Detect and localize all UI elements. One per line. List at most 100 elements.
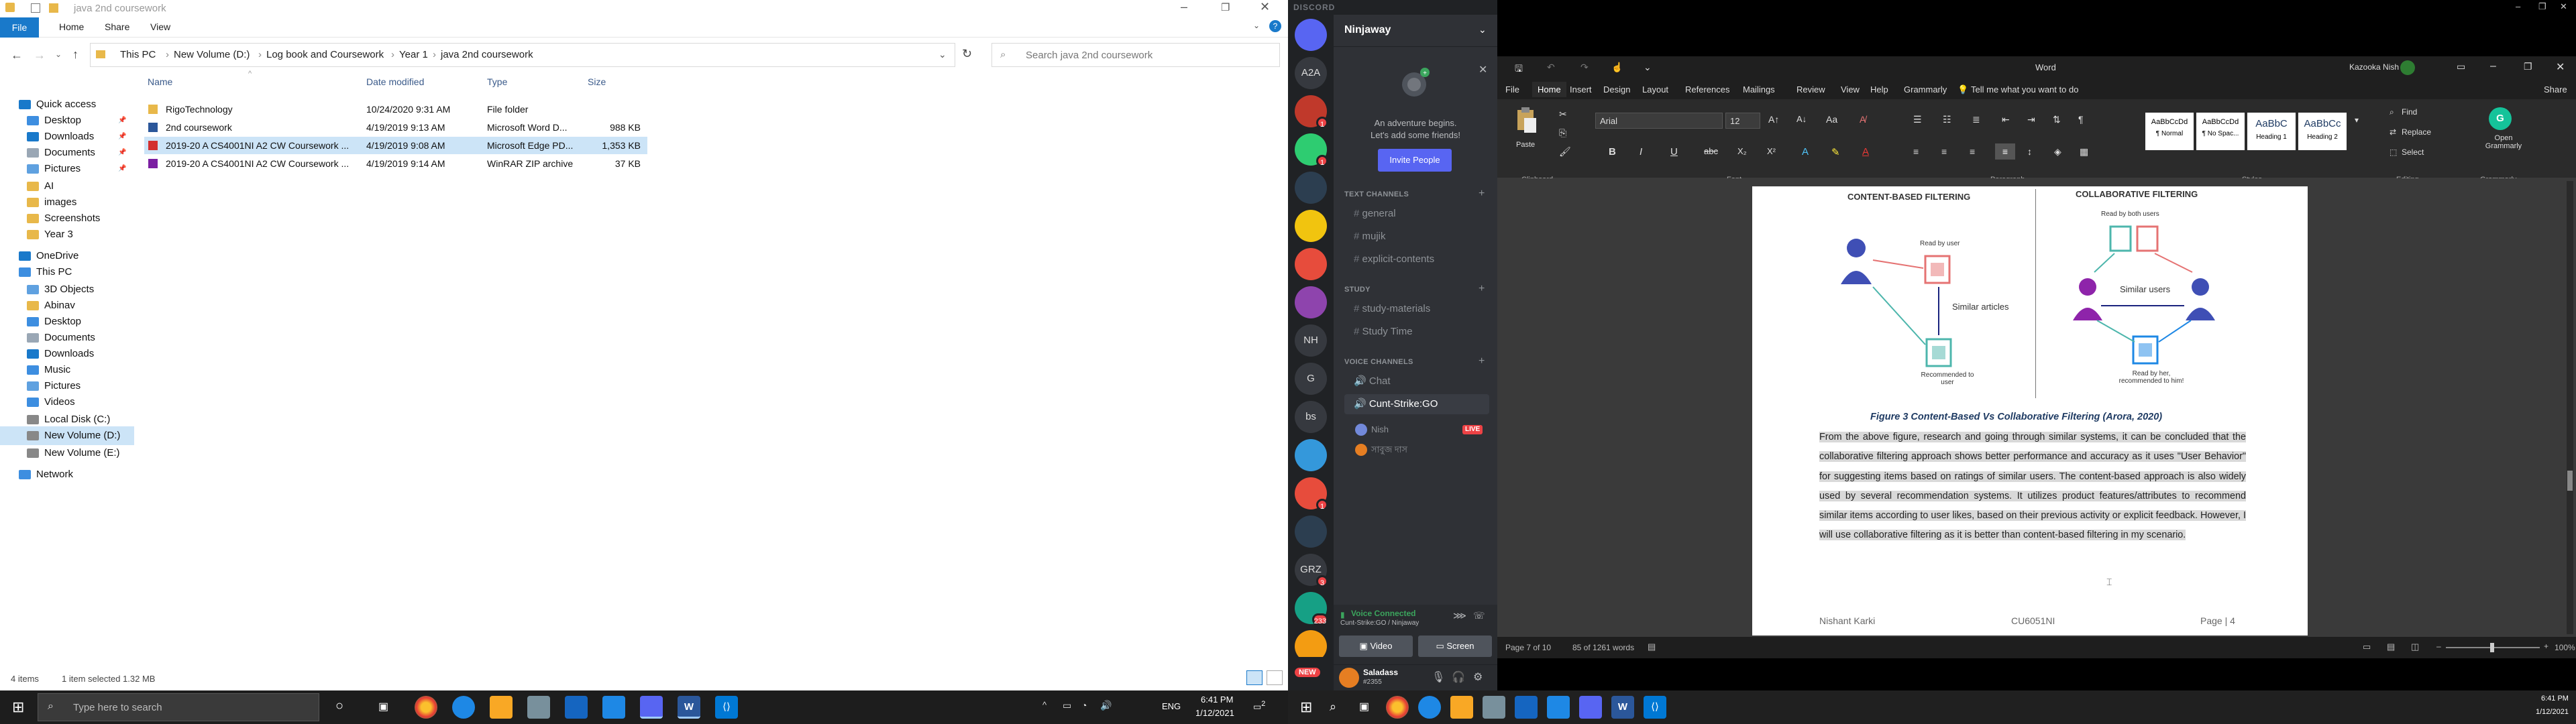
- app-icon[interactable]: [527, 696, 550, 719]
- paste-icon[interactable]: [1512, 106, 1539, 138]
- screen-share-button[interactable]: ▭ Screen: [1418, 636, 1492, 657]
- column-header-size[interactable]: Size: [588, 76, 606, 87]
- server-icon[interactable]: GRZ 3: [1295, 554, 1328, 587]
- server-icon[interactable]: [1295, 286, 1327, 318]
- chrome-icon[interactable]: [1386, 696, 1409, 719]
- font-size-box[interactable]: 12: [1725, 113, 1760, 129]
- settings-gear-icon[interactable]: ⚙: [1473, 670, 1483, 684]
- paste-label[interactable]: Paste: [1516, 141, 1535, 149]
- headphones-icon[interactable]: 🎧: [1452, 670, 1465, 684]
- vscode-icon[interactable]: ⟨⟩: [715, 696, 738, 719]
- word-tab[interactable]: Grammarly: [1904, 84, 1947, 95]
- app-icon[interactable]: [1483, 696, 1505, 719]
- align-right-icon[interactable]: ≡: [1970, 146, 1975, 157]
- discord-icon[interactable]: [1579, 696, 1602, 719]
- status-page[interactable]: Page 7 of 10: [1505, 643, 1551, 652]
- invite-people-button[interactable]: Invite People: [1378, 149, 1452, 172]
- chrome-icon[interactable]: [415, 696, 437, 719]
- details-view-icon[interactable]: [1246, 670, 1263, 685]
- microphone-icon[interactable]: 🎙: [1432, 670, 1445, 684]
- change-case-icon[interactable]: Aa: [1826, 114, 1837, 125]
- clock-date-secondary[interactable]: 1/12/2021: [2536, 708, 2569, 716]
- voice-user[interactable]: সাবুজ দাস: [1344, 440, 1489, 460]
- server-icon[interactable]: A2A: [1295, 57, 1327, 89]
- word-icon[interactable]: W: [678, 696, 700, 719]
- voice-channel[interactable]: 🔊 Cunt-Strike:GO: [1344, 394, 1489, 414]
- nav-item[interactable]: Pictures 📌: [0, 160, 134, 178]
- search-box[interactable]: ⌕ Search java 2nd coursework: [991, 43, 1280, 67]
- breadcrumb-item[interactable]: java 2nd coursework: [441, 49, 533, 60]
- text-channel[interactable]: # general: [1344, 204, 1489, 224]
- add-channel-icon[interactable]: +: [1479, 355, 1485, 367]
- bold-icon[interactable]: B: [1609, 146, 1616, 158]
- noise-suppression-icon[interactable]: ⋙: [1453, 610, 1466, 621]
- discord-icon[interactable]: [1295, 19, 1327, 51]
- replace-button[interactable]: Replace: [2402, 127, 2431, 137]
- cortana-icon[interactable]: ○: [335, 699, 343, 714]
- notification-icon[interactable]: ▭2: [1253, 700, 1265, 712]
- share-button[interactable]: Share: [2544, 84, 2567, 95]
- file-row[interactable]: RigoTechnology 10/24/2020 9:31 AM File fol…: [144, 101, 647, 118]
- replace-icon[interactable]: ⇄: [2390, 127, 2396, 137]
- task-view-icon[interactable]: ▣: [378, 700, 388, 713]
- tray-chevron-icon[interactable]: ^: [1042, 700, 1046, 710]
- maximize-icon[interactable]: ❐: [2524, 61, 2532, 72]
- font-color-icon[interactable]: A: [1862, 146, 1869, 158]
- grammarly-icon[interactable]: G: [2489, 107, 2512, 130]
- recent-dropdown-icon[interactable]: ⌄: [55, 50, 62, 59]
- status-words[interactable]: 85 of 1261 words: [1572, 643, 1634, 652]
- server-icon[interactable]: 233: [1295, 592, 1328, 625]
- windows-start-icon[interactable]: ⊞: [12, 699, 24, 716]
- column-header-date[interactable]: Date modified: [366, 76, 424, 87]
- decrease-indent-icon[interactable]: ⇤: [2002, 114, 2010, 125]
- clear-formatting-icon[interactable]: A̸: [1860, 114, 1866, 125]
- zoom-in-icon[interactable]: +: [2544, 642, 2548, 651]
- volume-icon[interactable]: 🔊: [1100, 700, 1112, 711]
- server-icon[interactable]: [1295, 439, 1327, 471]
- minimize-icon[interactable]: –: [1181, 0, 1187, 14]
- open-grammarly-button[interactable]: Open Grammarly: [2483, 134, 2524, 150]
- tab-view[interactable]: View: [150, 21, 170, 32]
- minimize-icon[interactable]: –: [2516, 1, 2520, 11]
- find-icon[interactable]: ⌕: [2390, 107, 2394, 117]
- multilevel-list-icon[interactable]: ≣: [1972, 114, 1980, 125]
- maximize-icon[interactable]: ❐: [2538, 1, 2546, 12]
- italic-icon[interactable]: I: [1640, 146, 1642, 158]
- align-left-icon[interactable]: ≡: [1913, 146, 1919, 157]
- nav-item[interactable]: Videos: [0, 393, 134, 412]
- nav-item[interactable]: New Volume (E:): [0, 444, 134, 463]
- server-icon[interactable]: [1295, 248, 1327, 280]
- up-arrow-icon[interactable]: ↑: [72, 48, 78, 62]
- channel-category[interactable]: STUDY: [1344, 286, 1371, 294]
- word-tab[interactable]: Review: [1796, 84, 1825, 95]
- underline-icon[interactable]: U: [1670, 146, 1678, 158]
- subscript-icon[interactable]: X₂: [1737, 146, 1747, 156]
- copy-icon[interactable]: ⎘: [1559, 127, 1566, 139]
- input-language[interactable]: ENG: [1162, 701, 1181, 711]
- redo-icon[interactable]: ↷: [1580, 62, 1589, 73]
- voice-user[interactable]: Nish LIVE: [1344, 420, 1489, 440]
- sort-icon[interactable]: ⇅: [2053, 114, 2061, 125]
- store-icon[interactable]: [1515, 696, 1538, 719]
- mail-icon[interactable]: [1547, 696, 1570, 719]
- file-row[interactable]: 2nd coursework 4/19/2019 9:13 AM Microsoft…: [144, 119, 647, 136]
- word-icon[interactable]: W: [1611, 696, 1634, 719]
- vertical-scrollbar[interactable]: [2567, 181, 2573, 634]
- select-button[interactable]: Select: [2402, 147, 2424, 157]
- word-tab[interactable]: Help: [1870, 84, 1888, 95]
- proofing-icon[interactable]: ▤: [1648, 642, 1656, 652]
- word-tab[interactable]: Home: [1532, 82, 1566, 97]
- save-icon[interactable]: 🖫: [1515, 62, 1523, 78]
- text-channel[interactable]: # study-materials: [1344, 299, 1489, 319]
- styles-more-icon[interactable]: ▾: [2355, 115, 2359, 125]
- breadcrumb-item[interactable]: This PC: [120, 49, 156, 60]
- increase-indent-icon[interactable]: ⇥: [2027, 114, 2035, 125]
- large-icons-view-icon[interactable]: [1267, 670, 1283, 685]
- vscode-icon[interactable]: ⟨⟩: [1644, 696, 1666, 719]
- server-icon[interactable]: 1: [1295, 477, 1328, 511]
- find-button[interactable]: Find: [2402, 107, 2417, 117]
- close-banner-icon[interactable]: ✕: [1479, 63, 1487, 76]
- search-icon[interactable]: ⌕: [1330, 700, 1336, 714]
- new-folder-icon[interactable]: [49, 3, 58, 13]
- tab-file[interactable]: File: [0, 17, 39, 38]
